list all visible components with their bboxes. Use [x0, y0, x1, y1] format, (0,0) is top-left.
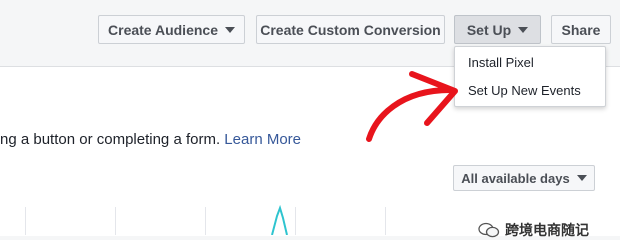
watermark: 跨境电商随记: [478, 220, 589, 240]
watermark-text: 跨境电商随记: [505, 222, 589, 238]
red-arrow-icon: [366, 71, 458, 142]
wechat-icon: [478, 222, 500, 238]
annotation-overlay: [271, 71, 458, 235]
chart-spike-line: [271, 204, 288, 235]
